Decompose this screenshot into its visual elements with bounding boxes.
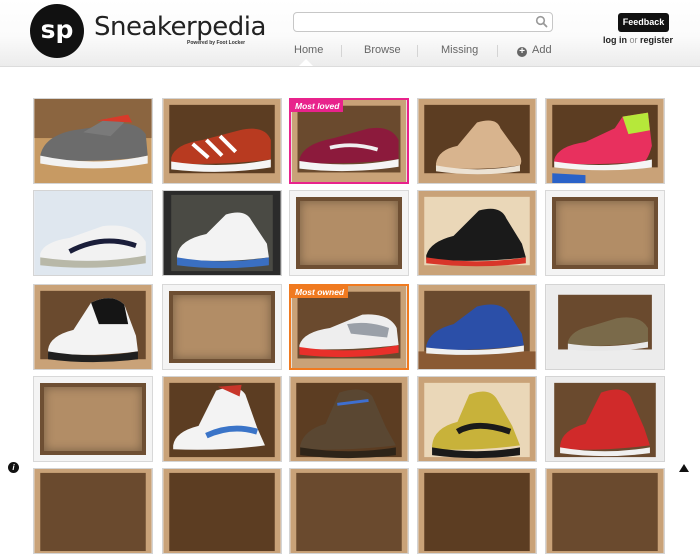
nav-divider <box>497 45 498 57</box>
register-link[interactable]: register <box>640 35 673 45</box>
sneaker-tile[interactable] <box>33 190 153 276</box>
sneaker-tile[interactable] <box>545 284 665 370</box>
sneaker-photo <box>418 99 536 183</box>
sneaker-tile[interactable] <box>417 376 537 462</box>
logo-icon[interactable]: sp <box>30 4 84 58</box>
scroll-to-top-icon[interactable] <box>679 464 689 472</box>
sneaker-photo <box>546 285 664 369</box>
active-nav-indicator <box>299 59 313 66</box>
nav-browse[interactable]: Browse <box>364 44 401 57</box>
info-icon[interactable]: i <box>8 462 19 473</box>
search-input[interactable] <box>293 12 553 32</box>
nav-divider <box>417 45 418 57</box>
site-header: sp Sneakerpedia Powered by Foot Locker H… <box>0 0 700 67</box>
sneaker-tile[interactable] <box>33 468 153 554</box>
auth-or: or <box>629 35 638 45</box>
sneaker-photo <box>291 100 407 182</box>
sneaker-tile[interactable] <box>545 376 665 462</box>
sneaker-photo <box>418 377 536 461</box>
auth-links: log in or register <box>603 35 673 45</box>
nav-add[interactable]: + Add <box>517 44 552 57</box>
sneaker-tile[interactable] <box>417 190 537 276</box>
nav-missing[interactable]: Missing <box>441 44 478 57</box>
sneaker-tile[interactable] <box>162 98 282 184</box>
empty-box-tile[interactable] <box>33 376 153 462</box>
sneaker-photo <box>34 285 152 369</box>
sneaker-tile[interactable] <box>417 468 537 554</box>
sneaker-photo <box>546 469 664 553</box>
nav-home[interactable]: Home <box>294 44 323 57</box>
sneaker-tile-most-loved[interactable]: Most loved <box>289 98 409 184</box>
nav-add-label: Add <box>532 44 552 56</box>
sneaker-tile[interactable] <box>33 98 153 184</box>
sneaker-tile[interactable] <box>33 284 153 370</box>
sneaker-photo <box>34 99 152 183</box>
sneaker-photo <box>546 99 664 183</box>
feedback-button[interactable]: Feedback <box>618 13 669 32</box>
sneaker-tile[interactable] <box>162 190 282 276</box>
sneaker-tile[interactable] <box>289 468 409 554</box>
sneaker-tile[interactable] <box>417 98 537 184</box>
sneaker-tile[interactable] <box>162 468 282 554</box>
search-icon[interactable] <box>535 15 548 28</box>
sneaker-photo <box>546 377 664 461</box>
sneaker-photo <box>163 99 281 183</box>
sneaker-tile[interactable] <box>289 376 409 462</box>
sneaker-photo <box>290 469 408 553</box>
empty-box-tile[interactable] <box>162 284 282 370</box>
sneaker-tile[interactable] <box>545 98 665 184</box>
sneaker-photo <box>163 469 281 553</box>
most-owned-badge: Most owned <box>291 286 349 298</box>
sneaker-photo <box>34 469 152 553</box>
sneaker-tile[interactable] <box>417 284 537 370</box>
empty-box-tile[interactable] <box>545 190 665 276</box>
most-loved-badge: Most loved <box>291 100 344 112</box>
login-link[interactable]: log in <box>603 35 627 45</box>
nav-divider <box>341 45 342 57</box>
sneaker-photo <box>290 377 408 461</box>
brand-name[interactable]: Sneakerpedia <box>94 13 266 41</box>
sneaker-tile[interactable] <box>545 468 665 554</box>
sneaker-photo <box>163 377 281 461</box>
empty-box-tile[interactable] <box>289 190 409 276</box>
brand-tagline: Powered by Foot Locker <box>187 40 246 46</box>
sneaker-tile[interactable] <box>162 376 282 462</box>
sneaker-photo <box>34 191 152 275</box>
sneaker-photo <box>418 191 536 275</box>
sneaker-photo <box>418 285 536 369</box>
plus-circle-icon: + <box>517 47 527 57</box>
sneaker-tile-most-owned[interactable]: Most owned <box>289 284 409 370</box>
sneaker-photo <box>163 191 281 275</box>
sneaker-photo <box>418 469 536 553</box>
sneaker-photo <box>291 286 407 368</box>
